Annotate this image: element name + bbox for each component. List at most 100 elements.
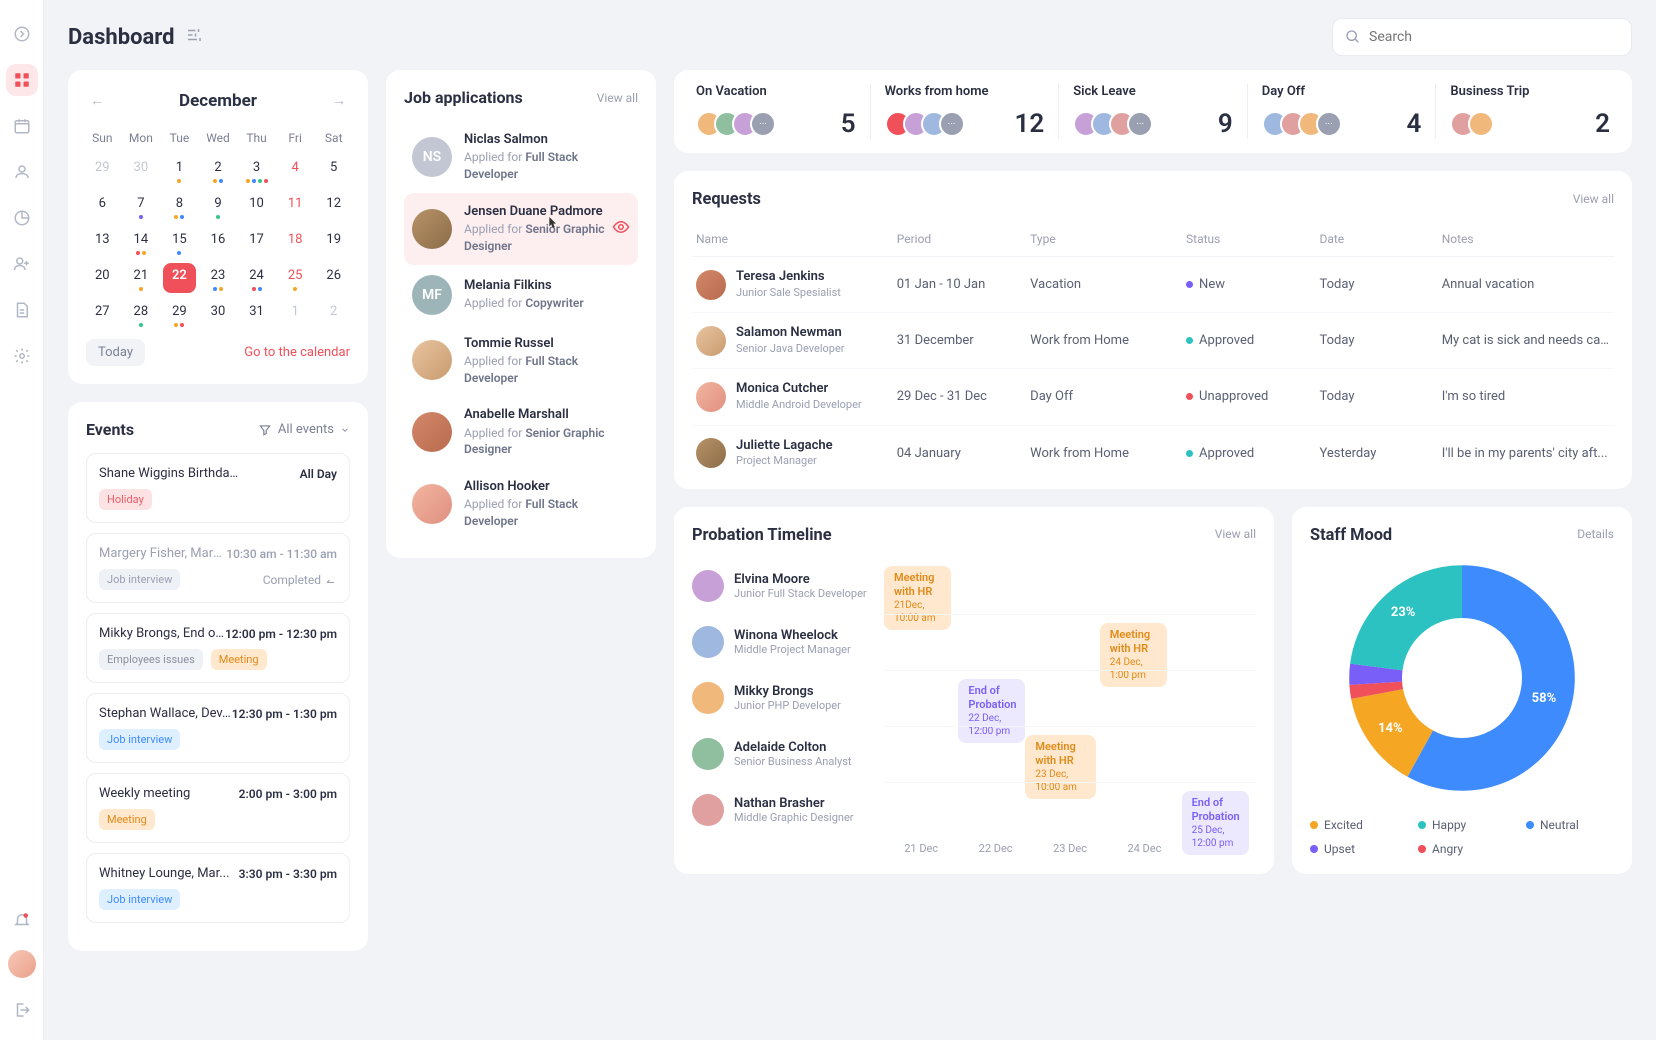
job-applicant-role: Applied for Copywriter	[464, 295, 584, 312]
calendar-day[interactable]: 6	[86, 191, 119, 221]
calendar-day[interactable]: 23	[202, 263, 235, 293]
job-application-item[interactable]: Anabelle MarshallApplied for Senior Grap…	[404, 396, 638, 468]
sidebar-item-stats[interactable]	[6, 202, 38, 234]
calendar-day[interactable]: 4	[279, 155, 312, 185]
calendar-goto-link[interactable]: Go to the calendar	[244, 345, 350, 360]
calendar-day[interactable]: 3	[240, 155, 273, 185]
timeline-person[interactable]: Nathan BrasherMiddle Graphic Designer	[692, 782, 872, 838]
event-item[interactable]: Whitney Lounge, Mar...3:30 pm - 3:30 pmJ…	[86, 853, 350, 923]
sidebar-item-calendar[interactable]	[6, 110, 38, 142]
calendar-day[interactable]: 13	[86, 227, 119, 257]
mood-details-link[interactable]: Details	[1577, 527, 1614, 541]
event-item[interactable]: Mikky Brongs, End of...12:00 pm - 12:30 …	[86, 613, 350, 683]
request-row[interactable]: Salamon NewmanSenior Java Developer31 De…	[692, 313, 1614, 369]
calendar-day[interactable]: 26	[317, 263, 350, 293]
sidebar-item-logo[interactable]	[6, 18, 38, 50]
calendar-day[interactable]: 28	[125, 299, 158, 329]
sidebar-item-notifications[interactable]	[6, 904, 38, 936]
calendar-day[interactable]: 1	[279, 299, 312, 329]
chevron-down-icon	[340, 425, 350, 435]
calendar-day[interactable]: 20	[86, 263, 119, 293]
calendar-day[interactable]: 17	[240, 227, 273, 257]
calendar-day[interactable]: 10	[240, 191, 273, 221]
calendar-day[interactable]: 22	[163, 263, 196, 293]
status-block[interactable]: Works from home···12	[871, 84, 1060, 139]
sidebar-item-settings[interactable]	[6, 340, 38, 372]
request-row[interactable]: Teresa JenkinsJunior Sale Spesialist01 J…	[692, 257, 1614, 313]
calendar-day[interactable]: 25	[279, 263, 312, 293]
status-block[interactable]: Business Trip2	[1436, 84, 1624, 139]
requests-title: Requests	[692, 189, 761, 208]
calendar-today-button[interactable]: Today	[86, 339, 145, 366]
request-row[interactable]: Monica CutcherMiddle Android Developer29…	[692, 369, 1614, 425]
sidebar-item-dashboard[interactable]	[6, 64, 38, 96]
calendar-day[interactable]: 7	[125, 191, 158, 221]
calendar-day[interactable]: 8	[163, 191, 196, 221]
request-row[interactable]: Juliette LagacheProject Manager04 Januar…	[692, 426, 1614, 481]
mood-legend-item: Happy	[1418, 818, 1506, 832]
status-block[interactable]: Sick Leave···9	[1059, 84, 1248, 139]
timeline-person[interactable]: Adelaide ColtonSenior Business Analyst	[692, 726, 872, 782]
calendar-day[interactable]: 30	[202, 299, 235, 329]
calendar-day[interactable]: 30	[125, 155, 158, 185]
status-block[interactable]: Day Off···4	[1248, 84, 1437, 139]
calendar-card: ← December → SunMonTueWedThuFriSat293012…	[68, 70, 368, 384]
calendar-prev-button[interactable]: ←	[86, 88, 108, 113]
calendar-day[interactable]: 31	[240, 299, 273, 329]
timeline-person-info: Adelaide ColtonSenior Business Analyst	[734, 740, 852, 768]
sidebar-item-add-user[interactable]	[6, 248, 38, 280]
status-block[interactable]: On Vacation···5	[682, 84, 871, 139]
calendar-day[interactable]: 1	[163, 155, 196, 185]
timeline-person-info: Elvina MooreJunior Full Stack Developer	[734, 572, 867, 600]
calendar-day[interactable]: 2	[317, 299, 350, 329]
calendar-day[interactable]: 14	[125, 227, 158, 257]
calendar-day[interactable]: 11	[279, 191, 312, 221]
event-item[interactable]: Stephan Wallace, Dev...12:30 pm - 1:30 p…	[86, 693, 350, 763]
job-application-item[interactable]: MFMelania FilkinsApplied for Copywriter	[404, 265, 638, 325]
calendar-day[interactable]: 12	[317, 191, 350, 221]
job-application-item[interactable]: NSNiclas SalmonApplied for Full Stack De…	[404, 121, 638, 193]
sliders-icon[interactable]	[185, 26, 203, 48]
event-item[interactable]: Shane Wiggins Birthday!All DayHoliday	[86, 453, 350, 523]
job-application-item[interactable]: Tommie RusselApplied for Full Stack Deve…	[404, 325, 638, 397]
sidebar-item-documents[interactable]	[6, 294, 38, 326]
timeline-person[interactable]: Winona WheelockMiddle Project Manager	[692, 614, 872, 670]
job-application-item[interactable]: Jensen Duane PadmoreApplied for Senior G…	[404, 193, 638, 265]
calendar-day[interactable]: 29	[86, 155, 119, 185]
job-applications-view-all[interactable]: View all	[597, 91, 638, 105]
event-item[interactable]: Weekly meeting2:00 pm - 3:00 pmMeeting	[86, 773, 350, 843]
timeline-person[interactable]: Mikky BrongsJunior PHP Developer	[692, 670, 872, 726]
timeline-view-all[interactable]: View all	[1215, 527, 1256, 541]
status-count: 9	[1218, 109, 1233, 139]
calendar-day[interactable]: 18	[279, 227, 312, 257]
calendar-day[interactable]: 29	[163, 299, 196, 329]
status-label: Sick Leave	[1073, 84, 1233, 99]
calendar-weekday: Tue	[163, 127, 196, 149]
calendar-day[interactable]: 9	[202, 191, 235, 221]
calendar-day[interactable]: 2	[202, 155, 235, 185]
calendar-day[interactable]: 27	[86, 299, 119, 329]
event-completed-label: Completed	[263, 573, 337, 587]
timeline-person[interactable]: Elvina MooreJunior Full Stack Developer	[692, 558, 872, 614]
calendar-day[interactable]: 21	[125, 263, 158, 293]
event-item[interactable]: Margery Fisher, Mark...10:30 am - 11:30 …	[86, 533, 350, 603]
calendar-day[interactable]: 5	[317, 155, 350, 185]
calendar-day[interactable]: 16	[202, 227, 235, 257]
calendar-weekday: Sat	[317, 127, 350, 149]
requests-view-all[interactable]: View all	[1573, 192, 1614, 206]
logout-icon	[13, 1001, 31, 1019]
user-avatar[interactable]	[8, 950, 36, 978]
calendar-day[interactable]: 15	[163, 227, 196, 257]
calendar-day[interactable]: 24	[240, 263, 273, 293]
eye-icon[interactable]	[612, 218, 630, 240]
events-filter[interactable]: All events	[258, 422, 350, 437]
calendar-month: December	[179, 91, 257, 111]
timeline-bar[interactable]: End of Probation25 Dec, 12:00 pm	[1182, 791, 1249, 856]
sidebar-item-logout[interactable]	[6, 994, 38, 1026]
job-application-item[interactable]: Allison HookerApplied for Full Stack Dev…	[404, 468, 638, 540]
calendar-day[interactable]: 19	[317, 227, 350, 257]
calendar-next-button[interactable]: →	[328, 88, 350, 113]
calendar-weekday: Fri	[279, 127, 312, 149]
sidebar-item-users[interactable]	[6, 156, 38, 188]
search-input[interactable]	[1369, 29, 1619, 45]
